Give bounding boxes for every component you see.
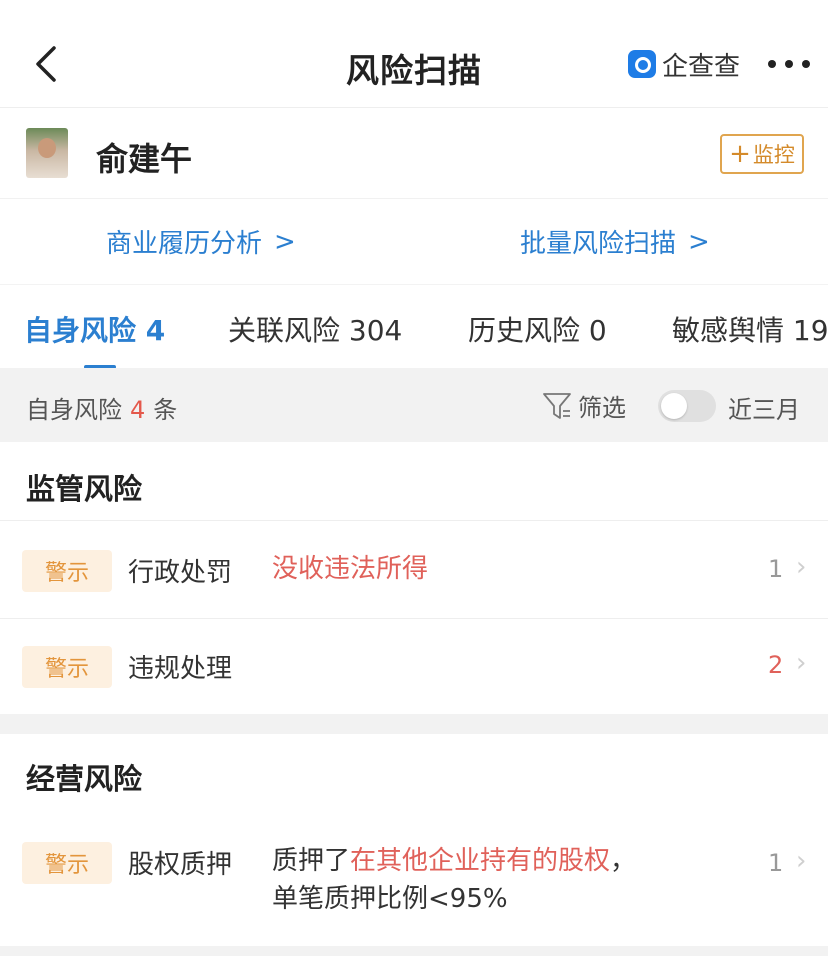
risk-type: 违规处理 — [128, 654, 233, 684]
top-bar: 风险扫描 企查查 — [0, 0, 828, 108]
brand-name: 企查查 — [662, 51, 741, 82]
tab-sensitive-news[interactable]: 敏感舆情 19 — [672, 309, 828, 349]
count-prefix: 自身风险 — [26, 396, 122, 424]
risk-row-violation-handling[interactable]: 警示 违规处理 2 › — [0, 620, 828, 716]
more-dot-icon — [802, 60, 810, 68]
tab-related-risk[interactable]: 关联风险 304 — [228, 309, 402, 349]
desc-highlight: 在其他企业持有的股权 — [350, 846, 611, 876]
quick-links: 商业履历分析 > 批量风险扫描 > — [0, 198, 828, 284]
section-separator — [0, 714, 828, 734]
more-dot-icon — [768, 60, 776, 68]
desc-suffix: ， — [610, 846, 637, 876]
risk-description: 质押了在其他企业持有的股权， 单笔质押比例<95% — [272, 842, 636, 918]
bottom-separator — [0, 946, 828, 956]
tab-self-risk[interactable]: 自身风险 4 — [24, 309, 165, 349]
risk-count: 1 — [768, 849, 784, 877]
tab-history-risk[interactable]: 历史风险 0 — [468, 309, 607, 349]
chevron-right-icon: › — [796, 648, 807, 678]
add-monitor-button[interactable]: + 监控 — [720, 134, 804, 174]
business-history-link[interactable]: 商业履历分析 > — [106, 223, 296, 260]
risk-count-summary: 自身风险 4 条 — [26, 390, 177, 425]
filter-icon — [543, 392, 571, 419]
filter-button[interactable]: 筛选 — [542, 388, 626, 423]
desc-line2: 单笔质押比例<95% — [272, 884, 508, 914]
qichacha-logo-icon — [628, 50, 656, 78]
desc-prefix: 质押了 — [272, 846, 351, 876]
chevron-right-icon: › — [796, 846, 807, 876]
person-header: 俞建午 + 监控 — [0, 108, 828, 198]
chevron-right-icon: › — [796, 552, 807, 582]
risk-description: 没收违法所得 — [272, 554, 429, 584]
monitor-label: 监控 — [752, 143, 795, 167]
more-dot-icon — [785, 60, 793, 68]
link-label: 批量风险扫描 — [520, 229, 677, 259]
risk-type: 股权质押 — [128, 850, 233, 880]
batch-risk-scan-link[interactable]: 批量风险扫描 > — [520, 223, 710, 260]
brand-logo: 企查查 — [628, 46, 740, 82]
count-suffix: 条 — [153, 396, 178, 424]
link-label: 商业履历分析 — [106, 229, 263, 259]
warning-badge: 警示 — [22, 646, 112, 688]
risk-type: 行政处罚 — [128, 558, 233, 588]
recent-three-months-toggle[interactable] — [658, 390, 716, 422]
risk-row-administrative-penalty[interactable]: 警示 行政处罚 没收违法所得 1 › — [0, 522, 828, 618]
divider — [0, 520, 828, 521]
toggle-label: 近三月 — [728, 396, 800, 424]
risk-row-equity-pledge[interactable]: 警示 股权质押 质押了在其他企业持有的股权， 单笔质押比例<95% 1 › — [0, 818, 828, 938]
warning-badge: 警示 — [22, 842, 112, 884]
divider — [0, 618, 828, 619]
section-title-regulatory-risk: 监管风险 — [26, 472, 143, 506]
person-name: 俞建午 — [96, 140, 193, 178]
avatar — [26, 128, 68, 178]
count-number: 4 — [130, 396, 146, 424]
warning-badge: 警示 — [22, 550, 112, 592]
filter-bar: 自身风险 4 条 筛选 近三月 — [0, 368, 828, 442]
plus-icon: + — [729, 139, 751, 169]
risk-tabs: 自身风险 4 关联风险 304 历史风险 0 敏感舆情 19 — [0, 284, 828, 368]
risk-count: 1 — [768, 555, 784, 583]
more-options-button[interactable] — [768, 52, 810, 76]
filter-label: 筛选 — [578, 394, 626, 422]
chevron-right-icon: > — [274, 226, 296, 257]
risk-count: 2 — [768, 651, 784, 679]
section-title-operational-risk: 经营风险 — [26, 762, 143, 796]
chevron-right-icon: > — [688, 226, 710, 257]
